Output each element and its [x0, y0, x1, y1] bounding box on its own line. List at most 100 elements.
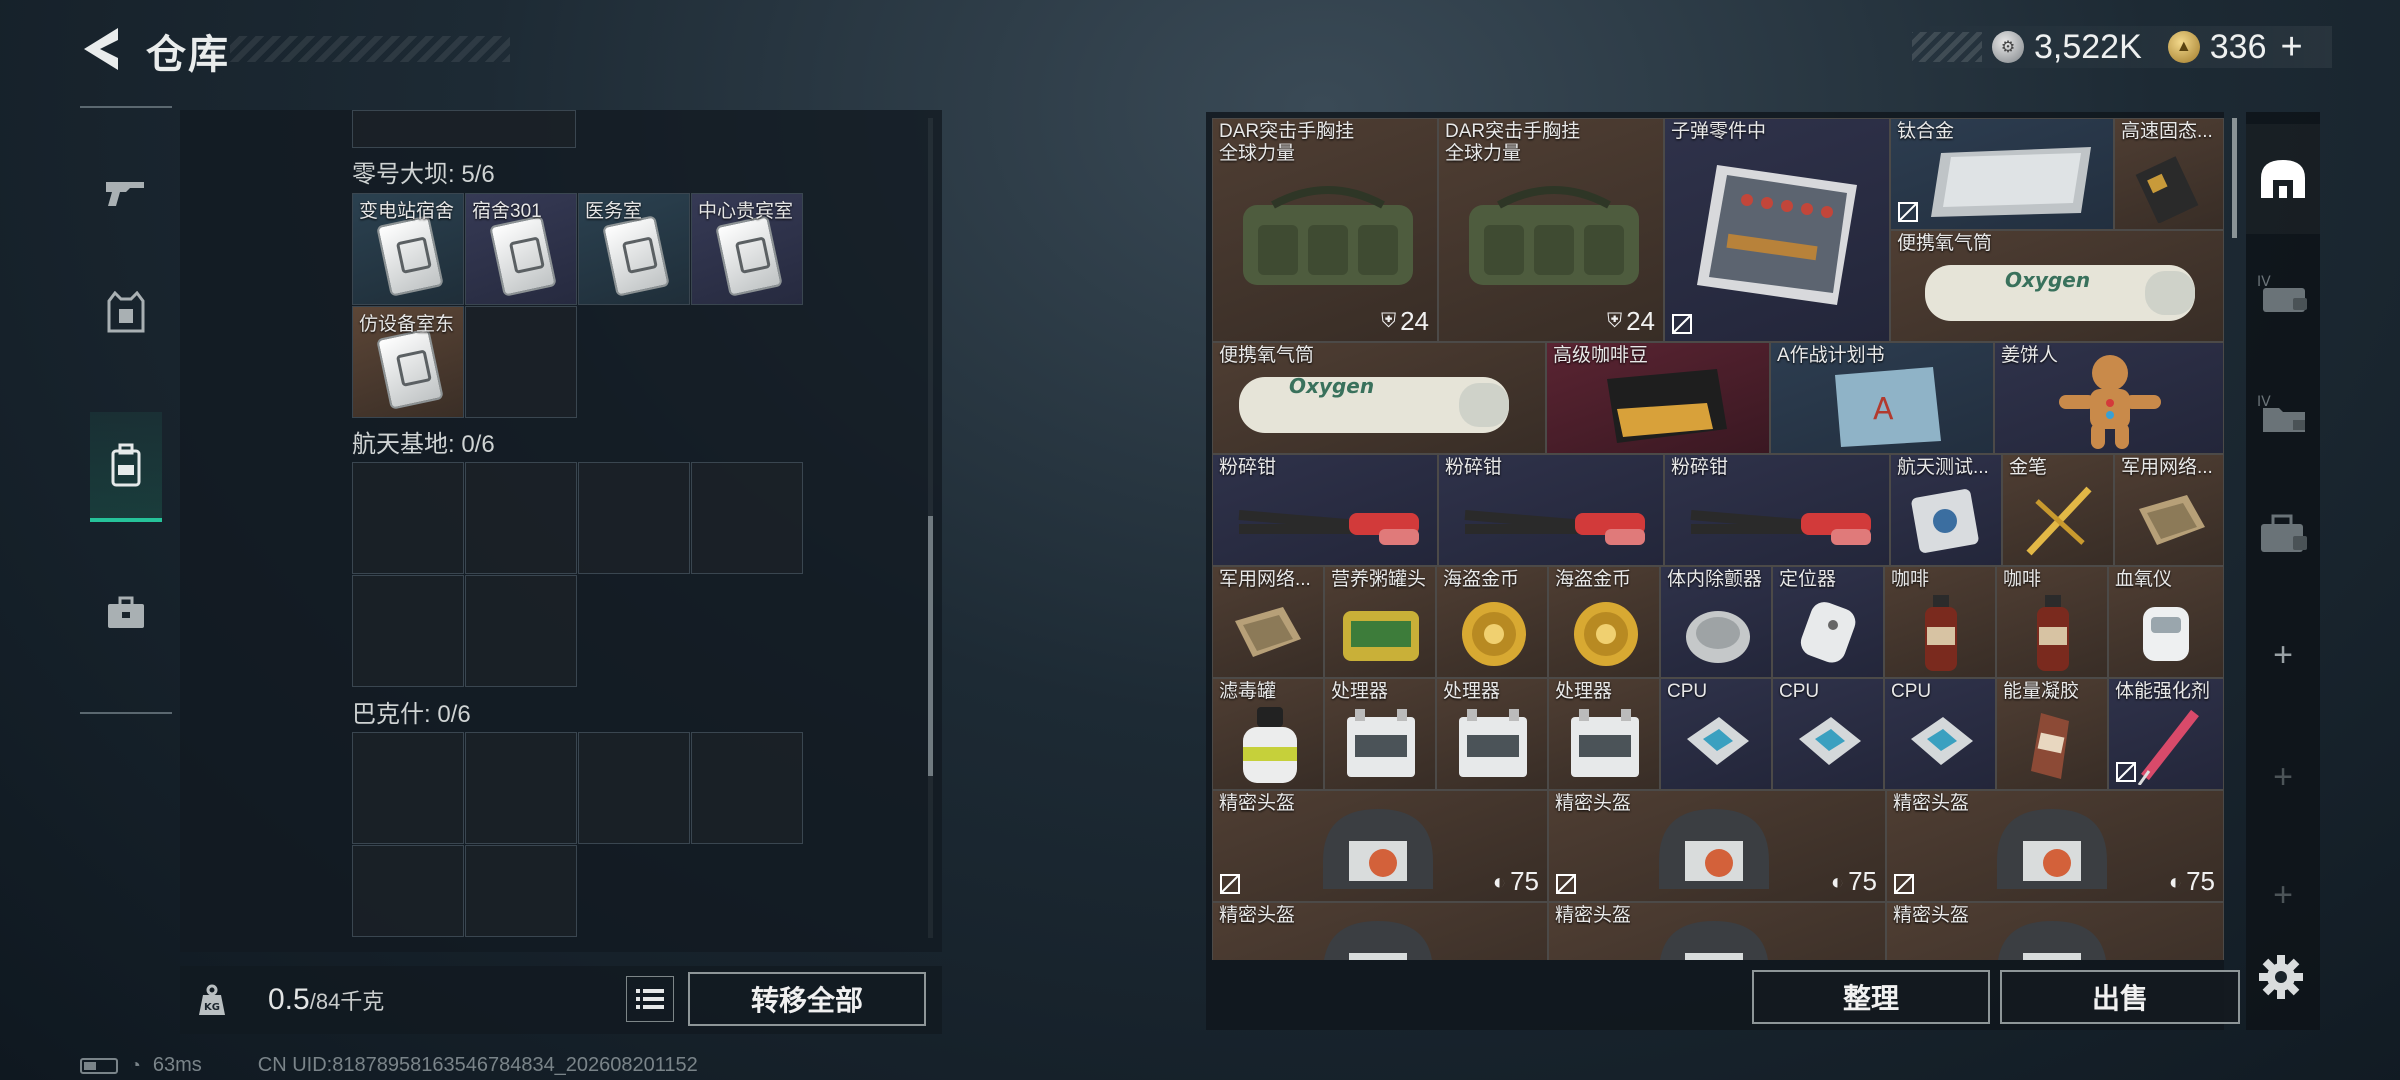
- tab-folder-iv[interactable]: IV: [2246, 358, 2320, 468]
- back-arrow-icon[interactable]: [78, 24, 124, 74]
- tab-safehouse[interactable]: [2246, 124, 2320, 234]
- inventory-item[interactable]: 精密头盔 ◐ 75: [1212, 790, 1548, 902]
- rail-item-backpack[interactable]: [90, 412, 162, 522]
- currency-stripe-decor: [1912, 32, 1982, 62]
- inventory-item[interactable]: 精密头盔: [1548, 902, 1886, 960]
- item-label: 粉碎钳: [1445, 457, 1503, 478]
- add-storage-button[interactable]: +: [2246, 840, 2320, 950]
- empty-slot: [465, 462, 577, 574]
- inventory-item[interactable]: 子弹零件中: [1664, 118, 1890, 342]
- inventory-item[interactable]: A作战计划书 A: [1770, 342, 1994, 454]
- inventory-item[interactable]: 处理器: [1436, 678, 1548, 790]
- ssd-image: [2135, 156, 2199, 223]
- keycard-slot[interactable]: 医务室: [578, 193, 690, 305]
- inventory-item[interactable]: 军用网络...: [2114, 454, 2224, 566]
- item-label: 粉碎钳: [1219, 457, 1277, 478]
- keycard-slot[interactable]: 仿设备室东: [352, 306, 464, 418]
- sort-button[interactable]: 整理: [1752, 970, 1990, 1024]
- safehouse-icon: [2261, 160, 2305, 198]
- inventory-item[interactable]: 高速固态...: [2114, 118, 2224, 230]
- keycard-slot[interactable]: 中心贵宾室: [691, 193, 803, 305]
- item-label: DAR突击手胸挂 全球力量: [1219, 121, 1355, 164]
- item-label: 滤毒罐: [1219, 681, 1277, 702]
- inventory-item[interactable]: 营养粥罐头: [1324, 566, 1436, 678]
- item-label: 便携氧气筒: [1219, 345, 1315, 366]
- inventory-item[interactable]: 海盗金币: [1436, 566, 1548, 678]
- inventory-item[interactable]: 姜饼人: [1994, 342, 2224, 454]
- inventory-item[interactable]: 粉碎钳: [1664, 454, 1890, 566]
- empty-slot: [352, 732, 464, 844]
- gear-icon[interactable]: [2256, 952, 2306, 1002]
- add-storage-button[interactable]: +: [2246, 600, 2320, 710]
- item-label: 定位器: [1779, 569, 1837, 590]
- inventory-item[interactable]: 粉碎钳: [1438, 454, 1664, 566]
- inventory-item[interactable]: 咖啡: [1996, 566, 2108, 678]
- inventory-item[interactable]: 精密头盔 ◐ 75: [1548, 790, 1886, 902]
- unsellable-icon: [1672, 314, 1692, 334]
- backpack-icon: [111, 443, 141, 487]
- inventory-item[interactable]: 金笔: [2002, 454, 2114, 566]
- inventory-item[interactable]: 精密头盔: [1212, 902, 1548, 960]
- inventory-item[interactable]: CPU: [1660, 678, 1772, 790]
- inventory-scroll-thumb[interactable]: [2232, 118, 2237, 238]
- sell-button[interactable]: 出售: [2000, 970, 2240, 1024]
- rail-item-armor[interactable]: [90, 258, 162, 368]
- rail-item-tools[interactable]: [90, 558, 162, 668]
- inventory-item[interactable]: DAR突击手胸挂 全球力量 ⛨ 24: [1438, 118, 1664, 342]
- gingerbread-man-image: [2059, 355, 2161, 449]
- gun-icon: [106, 182, 144, 206]
- inventory-item[interactable]: CPU: [1772, 678, 1884, 790]
- inventory-item[interactable]: 咖啡: [1884, 566, 1996, 678]
- item-label: 体能强化剂: [2115, 681, 2211, 702]
- battery-icon: [80, 1057, 118, 1074]
- battle-plan-book-image: A: [1835, 367, 1941, 447]
- inventory-item[interactable]: 高级咖啡豆: [1546, 342, 1770, 454]
- add-currency-button[interactable]: +: [2281, 26, 2303, 69]
- tab-case-locked[interactable]: [2246, 478, 2320, 588]
- transfer-all-button[interactable]: 转移全部: [688, 972, 926, 1026]
- inventory-item[interactable]: 海盗金币: [1548, 566, 1660, 678]
- keycard-scroll-thumb[interactable]: [928, 516, 933, 776]
- rail-item-weapons[interactable]: [90, 138, 162, 248]
- inventory-item[interactable]: 滤毒罐: [1212, 678, 1324, 790]
- item-label: 体内除颤器: [1667, 569, 1763, 590]
- tab-case-iv[interactable]: IV: [2246, 238, 2320, 348]
- inventory-item[interactable]: 钛合金: [1890, 118, 2114, 230]
- inventory-item[interactable]: 精密头盔: [1886, 902, 2224, 960]
- keycard-label: 仿设备室东: [359, 314, 455, 335]
- inventory-item[interactable]: 体能强化剂: [2108, 678, 2224, 790]
- keycard-slot[interactable]: 宿舍301: [465, 193, 577, 305]
- inventory-item[interactable]: 粉碎钳: [1212, 454, 1438, 566]
- inventory-item[interactable]: 处理器: [1324, 678, 1436, 790]
- inventory-item[interactable]: 体内除颤器: [1660, 566, 1772, 678]
- item-count: 24: [1626, 306, 1655, 336]
- keycard-slot[interactable]: 变电站宿舍: [352, 193, 464, 305]
- inventory-item[interactable]: 航天测试...: [1890, 454, 2002, 566]
- inventory-item[interactable]: 血氧仪: [2108, 566, 2224, 678]
- military-network-device-image: [2139, 495, 2205, 545]
- add-storage-button[interactable]: +: [2246, 722, 2320, 832]
- item-label: 咖啡: [2003, 569, 2042, 590]
- weight-readout: 0.5/84千克: [268, 983, 384, 1017]
- processor-module-image: [1571, 709, 1639, 777]
- inventory-item[interactable]: 定位器: [1772, 566, 1884, 678]
- empty-slot: [691, 462, 803, 574]
- inventory-item[interactable]: 军用网络...: [1212, 566, 1324, 678]
- inventory-item[interactable]: 精密头盔 ◐ 75: [1886, 790, 2224, 902]
- oxygen-tank-image: Oxygen: [1239, 374, 1509, 433]
- item-label: 高级咖啡豆: [1553, 345, 1649, 366]
- processor-module-image: [1459, 709, 1527, 777]
- oximeter-image: [2143, 607, 2189, 661]
- unsellable-icon: [1220, 874, 1240, 894]
- energy-gel-image: [2031, 713, 2069, 779]
- inventory-item[interactable]: CPU: [1884, 678, 1996, 790]
- inventory-item[interactable]: 便携氧气筒 Oxygen: [1212, 342, 1546, 454]
- inventory-item[interactable]: DAR突击手胸挂 全球力量 ⛨ 24: [1212, 118, 1438, 342]
- ammo-parts-box-image: [1697, 165, 1857, 305]
- list-view-button[interactable]: [626, 976, 674, 1022]
- inventory-item[interactable]: 便携氧气筒 Oxygen: [1890, 230, 2224, 342]
- helmet-image: [1324, 921, 1432, 960]
- inventory-item[interactable]: 处理器: [1548, 678, 1660, 790]
- inventory-item[interactable]: 能量凝胶: [1996, 678, 2108, 790]
- item-count: 75: [1848, 866, 1877, 896]
